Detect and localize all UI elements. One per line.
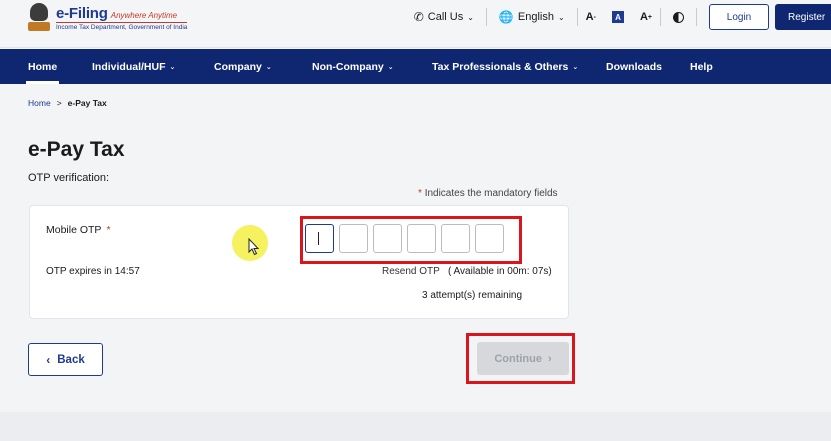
page-title: e-Pay Tax [28, 138, 125, 161]
emblem-icon [28, 3, 50, 33]
phone-icon: ✆ [413, 10, 424, 24]
footer-area [0, 412, 831, 441]
attempts-remaining: 3 attempt(s) remaining [422, 290, 523, 301]
chevron-down-icon: ⌄ [265, 63, 272, 71]
contrast-icon[interactable] [673, 11, 684, 23]
chevron-right-icon: › [548, 352, 552, 365]
breadcrumb: Home > e-Pay Tax [28, 98, 107, 108]
nav-item-company[interactable]: Company ⌄ [214, 49, 272, 84]
chevron-down-icon: ⌄ [557, 12, 565, 22]
top-header: e-Filing Anywhere Anytime Income Tax Dep… [0, 0, 831, 48]
font-decrease-button[interactable]: A- [578, 8, 604, 26]
logo-subtitle: Income Tax Department, Government of Ind… [56, 22, 188, 31]
breadcrumb-home[interactable]: Home [28, 98, 51, 108]
nav-item-non-company[interactable]: Non-Company ⌄ [312, 49, 394, 84]
nav-item-individual-huf[interactable]: Individual/HUF ⌄ [92, 49, 175, 84]
font-increase-button[interactable]: A + [632, 8, 660, 26]
efiling-logo[interactable]: e-Filing Anywhere Anytime Income Tax Dep… [28, 0, 188, 36]
header-utilities: ✆ Call Us ⌄ 🌐 English ⌄ A- A A + Login Re… [402, 0, 831, 34]
register-button[interactable]: Register [775, 4, 831, 30]
logo-tagline: Anywhere Anytime [110, 11, 178, 20]
otp-highlight-frame [300, 216, 522, 264]
font-default-button[interactable]: A [611, 11, 624, 23]
globe-icon: 🌐 [498, 10, 514, 24]
main-nav: Home Individual/HUF ⌄ Company ⌄ Non-Compan… [0, 49, 831, 84]
back-button[interactable]: ‹ Back [28, 343, 103, 376]
resend-otp-link[interactable]: Resend OTP [382, 266, 440, 277]
page-subtitle: OTP verification: [28, 172, 110, 184]
breadcrumb-current: e-Pay Tax [67, 98, 107, 108]
nav-item-tax-professionals[interactable]: Tax Professionals & Others ⌄ [432, 49, 578, 84]
logo-title: e-Filing [56, 5, 108, 22]
mandatory-note: * Indicates the mandatory fields [418, 188, 558, 199]
breadcrumb-separator: > [56, 98, 62, 108]
mobile-otp-label: Mobile OTP * [46, 224, 111, 236]
otp-expiry-text: OTP expires in 14:57 [46, 266, 140, 277]
chevron-down-icon: ⌄ [467, 12, 474, 22]
chevron-down-icon: ⌄ [572, 63, 579, 71]
chevron-left-icon: ‹ [46, 352, 51, 367]
chevron-down-icon: ⌄ [169, 63, 176, 71]
nav-item-downloads[interactable]: Downloads [606, 49, 662, 84]
nav-item-home[interactable]: Home [25, 49, 60, 84]
chevron-down-icon: ⌄ [387, 63, 394, 71]
resend-availability: ( Available in 00m: 07s) [448, 266, 552, 277]
login-button[interactable]: Login [709, 4, 769, 30]
call-us-dropdown[interactable]: ✆ Call Us ⌄ [402, 8, 486, 26]
continue-button[interactable]: Continue › [477, 342, 569, 375]
nav-item-help[interactable]: Help [690, 49, 713, 84]
language-dropdown[interactable]: 🌐 English ⌄ [487, 8, 577, 26]
mouse-pointer-icon [248, 238, 260, 256]
